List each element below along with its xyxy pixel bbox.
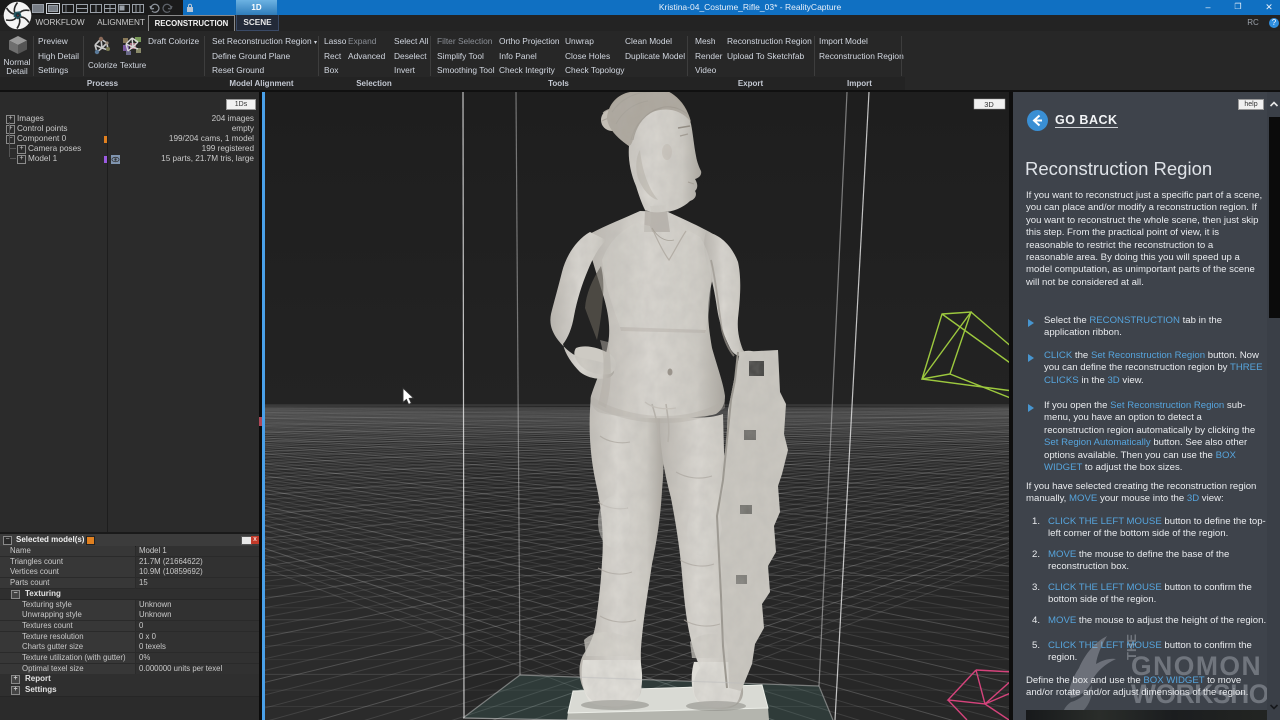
svg-text:3D: 3D (984, 100, 994, 109)
